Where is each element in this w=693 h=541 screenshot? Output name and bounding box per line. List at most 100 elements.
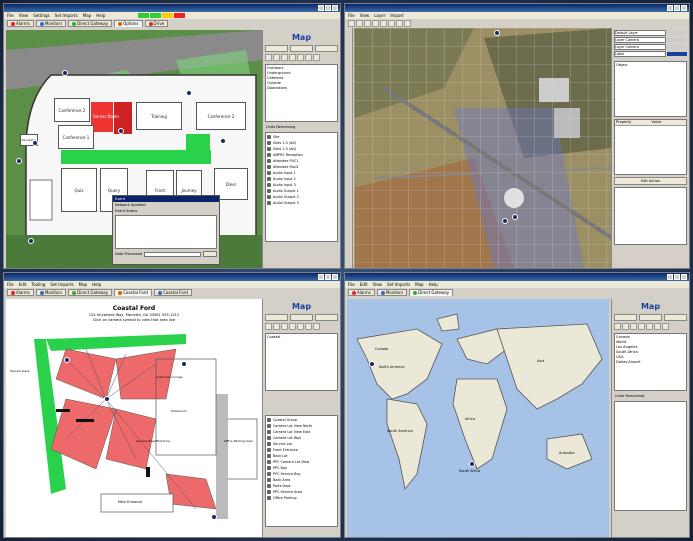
tool-icon[interactable] (289, 323, 296, 330)
menu-imports[interactable]: Set Imports (55, 12, 78, 19)
menu-tooling[interactable]: Tooling (31, 281, 45, 288)
camera-marker[interactable] (16, 158, 22, 164)
maximize-button[interactable] (674, 274, 680, 280)
close-button[interactable] (332, 274, 338, 280)
camera-marker[interactable] (62, 70, 68, 76)
tool-icon[interactable] (273, 323, 280, 330)
camera-marker[interactable] (512, 214, 518, 220)
tool-icon[interactable] (265, 54, 272, 61)
tab-alarms[interactable]: Alarms (7, 20, 34, 27)
tree-node[interactable]: Office Parking (267, 495, 336, 501)
tab-monitors[interactable]: Monitors (376, 289, 408, 296)
dialog-ok-button[interactable] (203, 251, 217, 257)
room-conference-2[interactable]: Conference 2 (54, 98, 90, 122)
tab-gateway[interactable]: Direct Gateway (409, 289, 454, 296)
maximize-button[interactable] (325, 274, 331, 280)
tool-icon[interactable] (614, 323, 621, 330)
dealership-canvas[interactable]: Coastal Ford 123 Anywhere Way, Marietta,… (6, 299, 262, 537)
menu-help[interactable]: Help (92, 281, 101, 288)
map-list[interactable]: Outdoors Underground Cafeteria Outside D… (265, 64, 338, 122)
close-button[interactable] (332, 5, 338, 11)
camera-marker[interactable] (369, 361, 375, 367)
camera-marker[interactable] (469, 461, 475, 467)
tool-icon[interactable] (313, 323, 320, 330)
event-textbox[interactable] (115, 215, 217, 249)
camera-marker[interactable] (181, 361, 187, 367)
edit-action-button[interactable]: Edit Action (614, 177, 687, 185)
zoom-fit-icon[interactable] (388, 20, 395, 27)
tab-coastal-ford[interactable]: Coastal Ford (114, 289, 152, 296)
save-icon[interactable] (364, 20, 371, 27)
menu-view[interactable]: View (360, 12, 370, 19)
tool-icon[interactable] (638, 323, 645, 330)
tool-icon[interactable] (281, 323, 288, 330)
camera-icon[interactable] (404, 20, 411, 27)
tool-icon[interactable] (622, 323, 629, 330)
property-grid[interactable]: Property Value (614, 119, 687, 175)
device-tree[interactable] (614, 401, 687, 511)
device-tree[interactable]: Coastal Group Camera Lot View North Came… (265, 415, 338, 527)
panel-button[interactable] (265, 314, 288, 321)
minimize-button[interactable] (318, 274, 324, 280)
layer-slot[interactable]: Layer Camera (614, 37, 687, 43)
tool-icon[interactable] (289, 54, 296, 61)
list-item[interactable]: Downstairs (267, 86, 336, 91)
action-list[interactable] (614, 187, 687, 245)
tool-icon[interactable] (265, 323, 272, 330)
menu-imports[interactable]: Set Imports (387, 281, 410, 288)
camera-marker[interactable] (32, 140, 38, 146)
menu-import[interactable]: Import (390, 12, 403, 19)
tab-drive[interactable]: Drive (144, 20, 169, 27)
list-item[interactable]: Coastal (267, 335, 336, 340)
camera-marker[interactable] (64, 357, 70, 363)
date-processed-input[interactable] (144, 251, 201, 257)
zoom-out-icon[interactable] (380, 20, 387, 27)
menu-help[interactable]: Help (96, 12, 105, 19)
camera-marker[interactable] (186, 90, 192, 96)
tab-coastal-ford-2[interactable]: Coastal Ford (153, 289, 192, 296)
layer-slot[interactable]: Layer Camera (614, 44, 687, 50)
panel-button[interactable] (614, 314, 637, 321)
menu-help[interactable]: Help (429, 281, 438, 288)
panel-button[interactable] (664, 314, 687, 321)
tab-alarms[interactable]: Alarms (7, 289, 34, 296)
tool-icon[interactable] (654, 323, 661, 330)
room-quiz[interactable]: Quiz (61, 168, 97, 212)
camera-marker[interactable] (494, 30, 500, 36)
satellite-canvas[interactable] (354, 28, 612, 268)
tool-icon[interactable] (662, 323, 669, 330)
panel-button[interactable] (290, 45, 313, 52)
panel-button[interactable] (290, 314, 313, 321)
room-server[interactable]: Server Room (92, 108, 120, 124)
close-button[interactable] (681, 5, 687, 11)
room-conference-3[interactable]: Conference 2 (196, 102, 246, 130)
tool-icon[interactable] (305, 323, 312, 330)
tab-gateway[interactable]: Direct Gateway (68, 289, 113, 296)
device-tree[interactable]: Site Sites 1-5 (Ad) Sites 2-5 (Ad) AMPR1… (265, 132, 338, 242)
tool-icon[interactable] (273, 54, 280, 61)
camera-marker[interactable] (118, 128, 124, 134)
maximize-button[interactable] (674, 5, 680, 11)
object-list[interactable]: Object (614, 61, 687, 117)
camera-marker[interactable] (502, 218, 508, 224)
menu-file[interactable]: File (7, 281, 14, 288)
new-icon[interactable] (348, 20, 355, 27)
tool-icon[interactable] (646, 323, 653, 330)
minimize-button[interactable] (667, 274, 673, 280)
tab-alarms[interactable]: Alarms (348, 289, 375, 296)
list-item[interactable]: Dallas-Airport (616, 360, 685, 365)
menu-file[interactable]: File (7, 12, 14, 19)
menu-view[interactable]: View (19, 12, 29, 19)
tree-node[interactable]: Audio Output 3 (267, 200, 336, 206)
menu-settings[interactable]: Settings (33, 12, 49, 19)
tab-monitors[interactable]: Monitors (35, 20, 67, 27)
menu-view[interactable]: View (372, 281, 382, 288)
tool-icon[interactable] (630, 323, 637, 330)
minimize-button[interactable] (667, 5, 673, 11)
layer-slot[interactable]: Default Layer (614, 30, 687, 36)
camera-marker[interactable] (220, 138, 226, 144)
maximize-button[interactable] (325, 5, 331, 11)
room-training[interactable]: Training (136, 102, 182, 130)
menu-map[interactable]: Map (83, 12, 91, 19)
panel-button[interactable] (315, 45, 338, 52)
